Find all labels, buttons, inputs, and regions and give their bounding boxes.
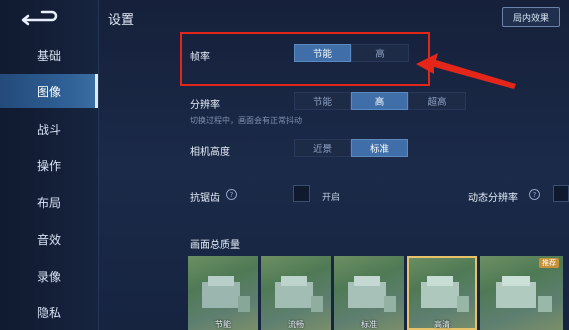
quality-caption: 标准 (361, 320, 377, 329)
help-icon[interactable]: ? (226, 189, 237, 200)
antialias-checkbox[interactable] (293, 185, 310, 202)
sidebar-item-sound[interactable]: 音效 (0, 222, 98, 256)
quality-thumbnail[interactable]: 推荐 (480, 256, 563, 330)
in-game-effect-button[interactable]: 局内效果 (502, 7, 560, 27)
sidebar-item-label: 录像 (36, 269, 61, 284)
camera-height-selector: 近景 标准 (294, 139, 408, 157)
sidebar-item-basic[interactable]: 基础 (0, 38, 98, 72)
sidebar-item-label: 音效 (36, 232, 61, 247)
sidebar-item-label: 隐私 (36, 305, 61, 320)
quality-thumbnail[interactable]: 流畅 (261, 256, 331, 330)
quality-caption: 节能 (215, 320, 231, 329)
back-icon[interactable] (18, 8, 58, 26)
resolution-selector: 节能 高 超高 (294, 92, 466, 110)
resolution-option-high[interactable]: 高 (351, 92, 408, 110)
annotation-highlight-box (180, 32, 430, 86)
sidebar-item-battle[interactable]: 战斗 (0, 112, 98, 146)
camera-option-standard[interactable]: 标准 (351, 139, 408, 157)
quality-caption: 流畅 (288, 320, 304, 329)
sidebar-item-graphics[interactable]: 图像 (0, 74, 98, 108)
camera-height-label: 相机高度 (190, 147, 230, 158)
camera-option-close[interactable]: 近景 (294, 139, 351, 157)
quality-gallery: 节能 流畅 标准 高清 推荐 (188, 256, 563, 330)
quality-label: 画面总质量 (190, 240, 240, 251)
page-title: 设置 (108, 13, 135, 28)
resolution-label: 分辨率 (190, 100, 220, 111)
quality-thumbnail-selected[interactable]: 高清 (407, 256, 477, 330)
dynamic-resolution-label: 动态分辨率 (468, 193, 518, 204)
help-icon[interactable]: ? (529, 189, 540, 200)
dynamic-resolution-checkbox[interactable] (553, 185, 569, 202)
quality-thumbnail[interactable]: 节能 (188, 256, 258, 330)
resolution-option-ultra[interactable]: 超高 (408, 92, 466, 110)
sidebar-item-controls[interactable]: 操作 (0, 148, 98, 182)
sidebar-item-privacy[interactable]: 隐私 (0, 295, 98, 329)
quality-caption: 高清 (434, 320, 450, 329)
antialias-label: 抗锯齿 (190, 193, 220, 204)
quality-thumbnail[interactable]: 标准 (334, 256, 404, 330)
resolution-hint: 切换过程中，画面会有正常抖动 (190, 116, 302, 125)
sidebar: 基础 图像 战斗 操作 布局 音效 录像 隐私 (0, 0, 99, 330)
sidebar-item-label: 战斗 (36, 122, 61, 137)
recommended-badge: 推荐 (539, 258, 559, 268)
sidebar-item-label: 基础 (36, 48, 61, 63)
sidebar-item-label: 布局 (36, 195, 61, 210)
resolution-option-saving[interactable]: 节能 (294, 92, 351, 110)
annotation-arrow (416, 53, 516, 89)
sidebar-item-label: 图像 (36, 84, 61, 99)
sidebar-item-replay[interactable]: 录像 (0, 259, 98, 293)
sidebar-item-layout[interactable]: 布局 (0, 185, 98, 219)
sidebar-item-label: 操作 (36, 158, 61, 173)
antialias-toggle-label: 开启 (322, 193, 341, 203)
